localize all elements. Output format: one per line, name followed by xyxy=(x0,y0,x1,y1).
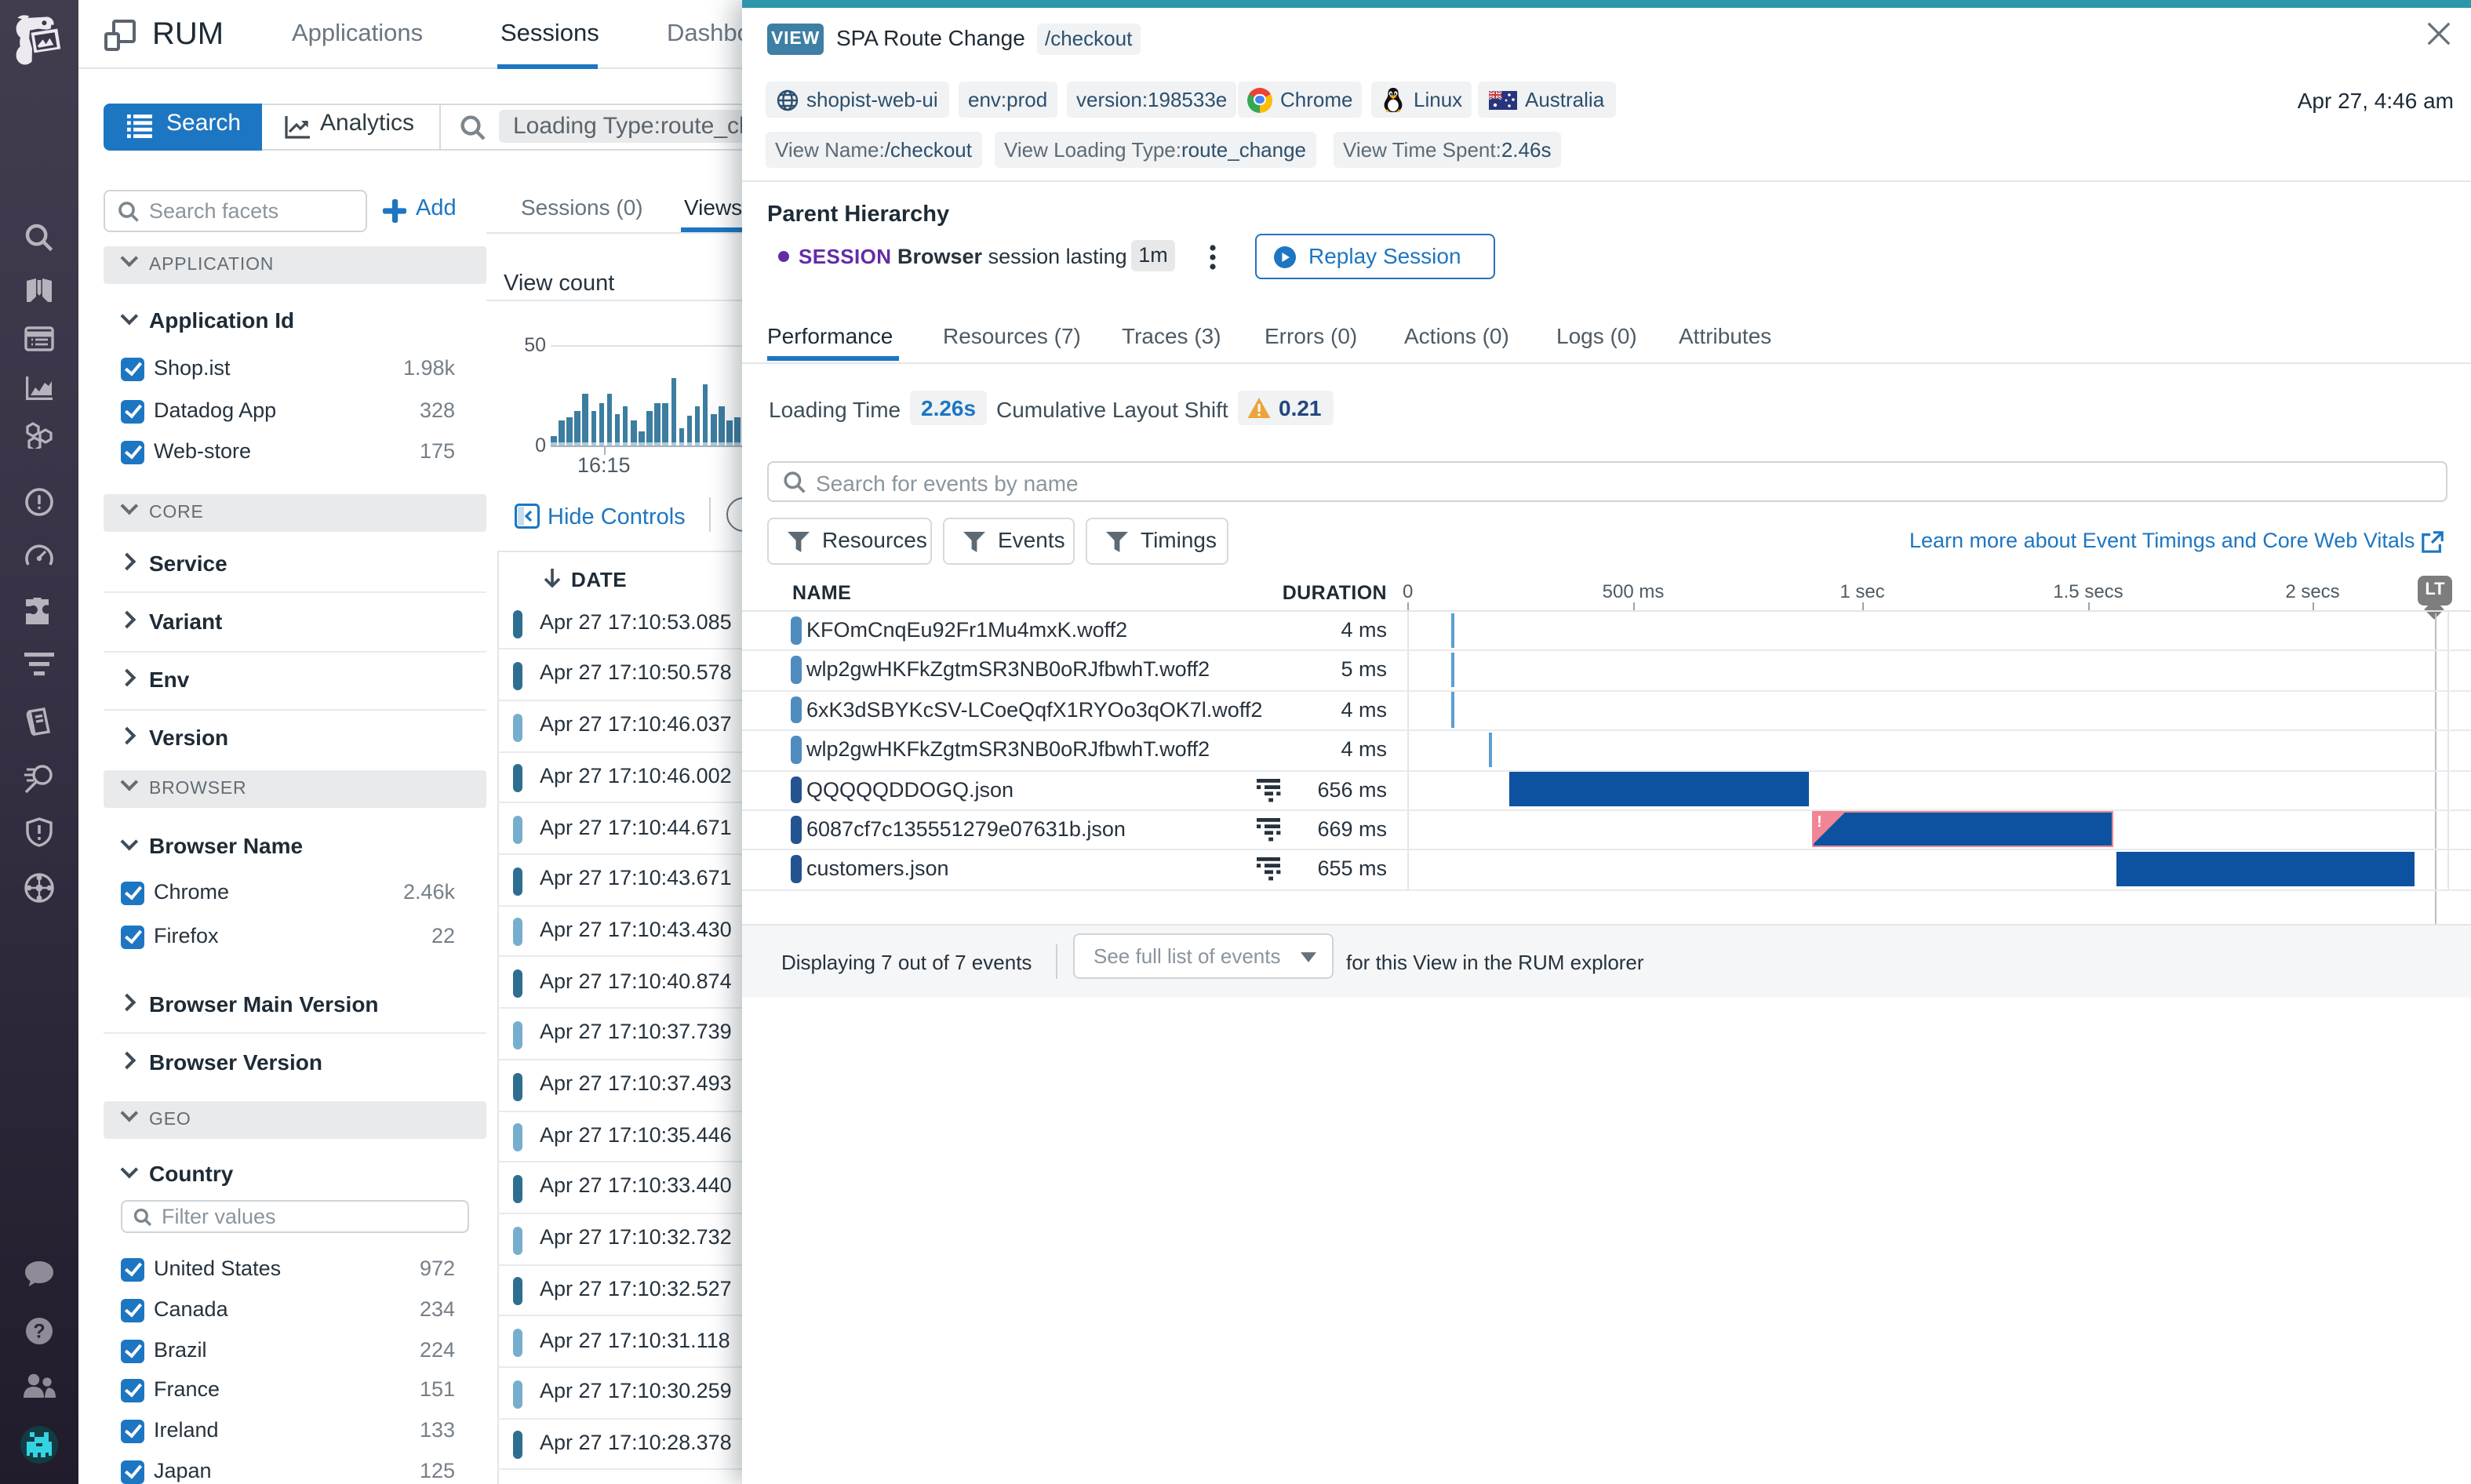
svg-text:?: ? xyxy=(33,1321,45,1343)
